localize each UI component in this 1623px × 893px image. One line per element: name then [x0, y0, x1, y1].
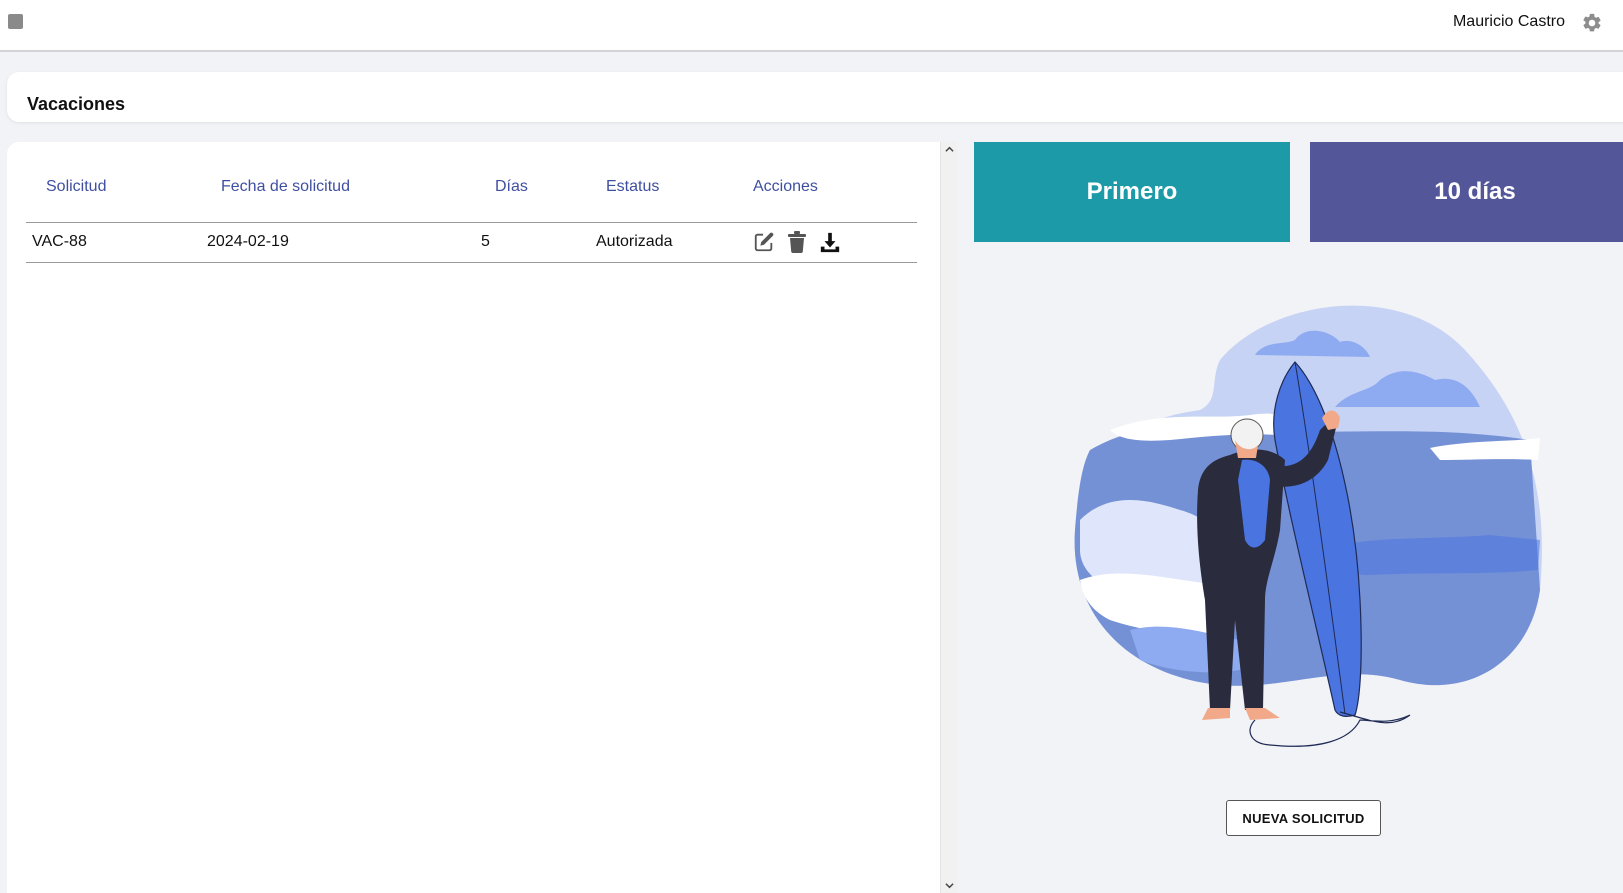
page-title-card: Vacaciones [7, 72, 1623, 122]
table-row: VAC-88 2024-02-19 5 Autorizada [26, 222, 917, 263]
cell-estatus: Autorizada [593, 222, 740, 263]
column-header-fecha[interactable]: Fecha de solicitud [206, 178, 481, 223]
column-header-solicitud[interactable]: Solicitud [26, 178, 206, 223]
cell-acciones [740, 222, 917, 263]
download-icon[interactable] [819, 231, 841, 253]
column-header-dias[interactable]: Días [481, 178, 593, 223]
scroll-up-icon[interactable] [945, 145, 954, 154]
menu-square-icon[interactable] [8, 14, 23, 29]
days-stat-label: 10 días [1434, 178, 1516, 205]
scroll-down-icon[interactable] [945, 881, 954, 890]
cell-dias: 5 [481, 222, 593, 263]
period-stat-box: Primero [974, 142, 1290, 242]
column-header-estatus[interactable]: Estatus [593, 178, 740, 223]
top-bar: Mauricio Castro [0, 0, 1623, 52]
days-stat-box: 10 días [1310, 142, 1623, 242]
new-request-button[interactable]: NUEVA SOLICITUD [1226, 800, 1381, 836]
cell-fecha: 2024-02-19 [206, 222, 481, 263]
table-scrollbar[interactable] [940, 142, 957, 893]
requests-table: Solicitud Fecha de solicitud Días Estatu… [26, 178, 917, 263]
page-title: Vacaciones [27, 94, 126, 114]
user-name[interactable]: Mauricio Castro [1453, 13, 1565, 31]
table-header-row: Solicitud Fecha de solicitud Días Estatu… [26, 178, 917, 223]
requests-panel: Solicitud Fecha de solicitud Días Estatu… [7, 142, 940, 893]
gear-icon[interactable] [1581, 12, 1603, 34]
edit-icon[interactable] [753, 231, 775, 253]
trash-icon[interactable] [787, 231, 807, 253]
surfer-illustration [1074, 305, 1542, 747]
period-stat-label: Primero [1086, 178, 1178, 205]
cell-solicitud: VAC-88 [26, 222, 206, 263]
column-header-acciones: Acciones [740, 178, 917, 223]
